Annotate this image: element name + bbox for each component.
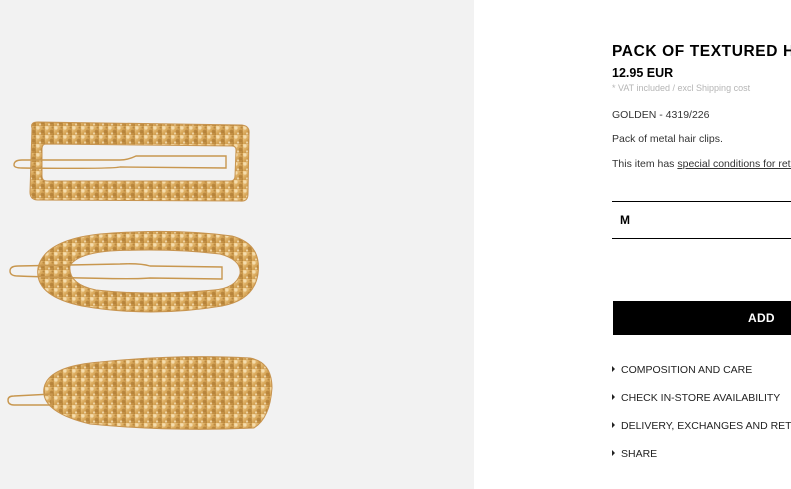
rectangular-hair-clip: [13, 121, 250, 202]
accordion-composition-care[interactable]: COMPOSITION AND CARE: [612, 364, 752, 376]
product-image-panel: [0, 0, 474, 489]
product-reference: GOLDEN - 4319/226: [612, 109, 710, 121]
add-to-cart-button[interactable]: ADD: [613, 301, 791, 335]
accordion-check-store-availability[interactable]: CHECK IN-STORE AVAILABILITY: [612, 392, 780, 404]
accordion-label: SHARE: [621, 448, 658, 460]
conditions-prefix: This item has: [612, 158, 678, 170]
triangle-right-icon: [612, 422, 615, 428]
triangle-right-icon: [612, 450, 615, 456]
size-selector[interactable]: M: [612, 201, 791, 239]
add-button-label: ADD: [748, 311, 775, 325]
triangle-right-icon: [612, 394, 615, 400]
solid-hair-clip: [7, 356, 273, 430]
accordion-label: COMPOSITION AND CARE: [621, 364, 753, 376]
accordion-label: CHECK IN-STORE AVAILABILITY: [621, 392, 781, 404]
triangle-right-icon: [612, 366, 615, 372]
product-image[interactable]: [0, 0, 474, 489]
product-description: Pack of metal hair clips.: [612, 133, 723, 145]
return-conditions: This item has special conditions for ret…: [612, 158, 791, 170]
vat-note: * VAT included / excl Shipping cost: [612, 83, 751, 93]
selected-size: M: [620, 213, 630, 227]
product-price: 12.95 EUR: [612, 66, 674, 80]
accordion-share[interactable]: SHARE: [612, 448, 657, 460]
product-title: PACK OF TEXTURED HAIR CLIPS: [612, 43, 791, 60]
product-page: PACK OF TEXTURED HAIR CLIPS 12.95 EUR * …: [0, 0, 791, 489]
product-info-panel: PACK OF TEXTURED HAIR CLIPS 12.95 EUR * …: [612, 0, 791, 489]
teardrop-hair-clip: [9, 230, 259, 313]
special-conditions-link[interactable]: special conditions for return: [677, 158, 791, 170]
accordion-label: DELIVERY, EXCHANGES AND RETURNS: [621, 420, 791, 432]
accordion-delivery-returns[interactable]: DELIVERY, EXCHANGES AND RETURNS: [612, 420, 791, 432]
